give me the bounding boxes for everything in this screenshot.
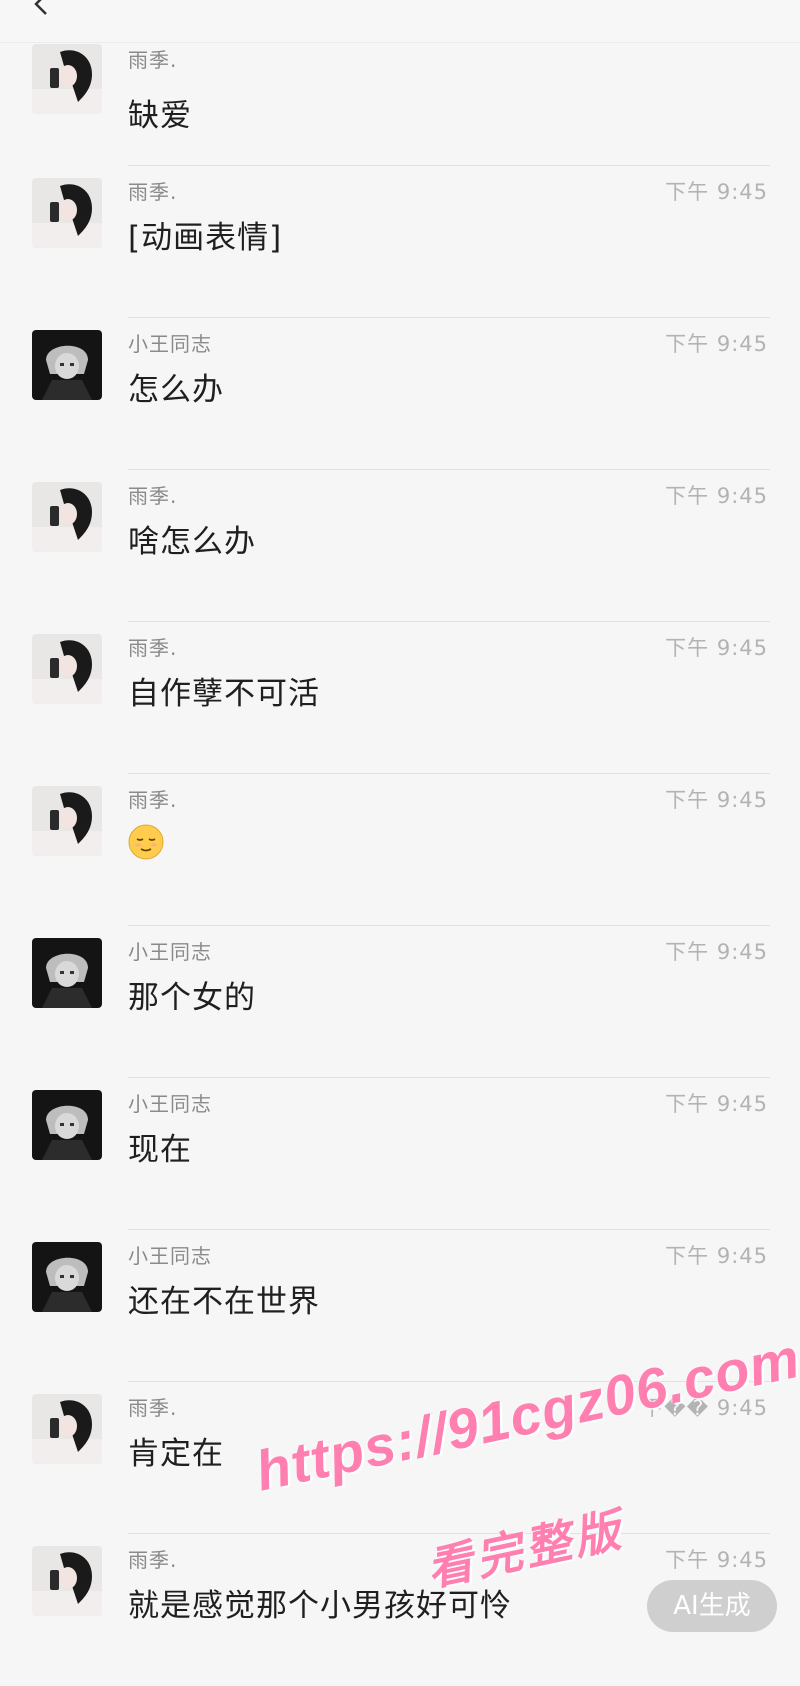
sender-name: 雨季. — [128, 48, 178, 72]
message-row[interactable]: 小王同志 下午 9:45 还在不在世界 — [0, 1230, 800, 1382]
sender-name: 雨季. — [128, 788, 178, 812]
sender-name: 小王同志 — [128, 1092, 212, 1116]
message-row[interactable]: 雨季. 下午 9:45 [动画表情] — [0, 166, 800, 318]
ai-generated-badge: AI生成 — [647, 1580, 777, 1632]
message-time: 下午 9:45 — [665, 1548, 768, 1572]
sender-name: 雨季. — [128, 180, 178, 204]
message-text: 缺爱 — [128, 98, 192, 134]
message-text: 还在不在世界 — [128, 1284, 320, 1320]
message-time: 下午 9:45 — [665, 940, 768, 964]
message-row[interactable]: 雨季. 下午 9:45 — [0, 774, 800, 926]
message-row[interactable]: 小王同志 下午 9:45 现在 — [0, 1078, 800, 1230]
avatar-boy[interactable] — [32, 1090, 102, 1160]
message-text: 自作孽不可活 — [128, 676, 320, 712]
sender-name: 小王同志 — [128, 940, 212, 964]
message-text: 啥怎么办 — [128, 524, 256, 560]
top-bar — [0, 0, 800, 43]
avatar-girl[interactable] — [32, 1394, 102, 1464]
avatar-boy[interactable] — [32, 330, 102, 400]
sender-name: 雨季. — [128, 1548, 178, 1572]
message-text: 怎么办 — [128, 372, 224, 408]
sender-name: 雨季. — [128, 484, 178, 508]
sender-name: 雨季. — [128, 636, 178, 660]
message-row[interactable]: 雨季. 下午 9:45 啥怎么办 — [0, 470, 800, 622]
sender-name: 小王同志 — [128, 332, 212, 356]
avatar-boy[interactable] — [32, 1242, 102, 1312]
message-text: 现在 — [128, 1132, 192, 1168]
avatar-girl[interactable] — [32, 634, 102, 704]
avatar-girl[interactable] — [32, 1546, 102, 1616]
message-text: 肯定在 — [128, 1436, 224, 1472]
avatar-girl[interactable] — [32, 44, 102, 114]
chat-message-list: 雨季. 缺爱 雨季. 下午 9:45 [动画表情] 小王同志 下午 9:45 怎… — [0, 42, 800, 1686]
message-row[interactable]: 小王同志 下午 9:45 怎么办 — [0, 318, 800, 470]
relieved-face-emoji — [128, 824, 164, 860]
chevron-left-icon[interactable] — [28, 0, 56, 18]
avatar-girl[interactable] — [32, 178, 102, 248]
sender-name: 小王同志 — [128, 1244, 212, 1268]
avatar-girl[interactable] — [32, 482, 102, 552]
message-time: 下午 9:45 — [665, 484, 768, 508]
message-time: 下午 9:45 — [665, 180, 768, 204]
message-time: 下午 9:45 — [665, 1092, 768, 1116]
message-text: [动画表情] — [128, 220, 283, 256]
message-text: 就是感觉那个小男孩好可怜 — [128, 1588, 512, 1624]
sender-name: 雨季. — [128, 1396, 178, 1420]
message-row[interactable]: 雨季. 缺爱 — [0, 42, 800, 166]
message-text: 那个女的 — [128, 980, 256, 1016]
message-row[interactable]: 小王同志 下午 9:45 那个女的 — [0, 926, 800, 1078]
message-time: 下午 9:45 — [665, 1244, 768, 1268]
avatar-boy[interactable] — [32, 938, 102, 1008]
message-time: 下午 9:45 — [665, 788, 768, 812]
message-time: 下午 9:45 — [665, 636, 768, 660]
avatar-girl[interactable] — [32, 786, 102, 856]
message-row[interactable]: 雨季. 下�� 9:45 肯定在 — [0, 1382, 800, 1534]
message-time: 下�� 9:45 — [642, 1396, 768, 1420]
message-row[interactable]: 雨季. 下午 9:45 自作孽不可活 — [0, 622, 800, 774]
message-time: 下午 9:45 — [665, 332, 768, 356]
